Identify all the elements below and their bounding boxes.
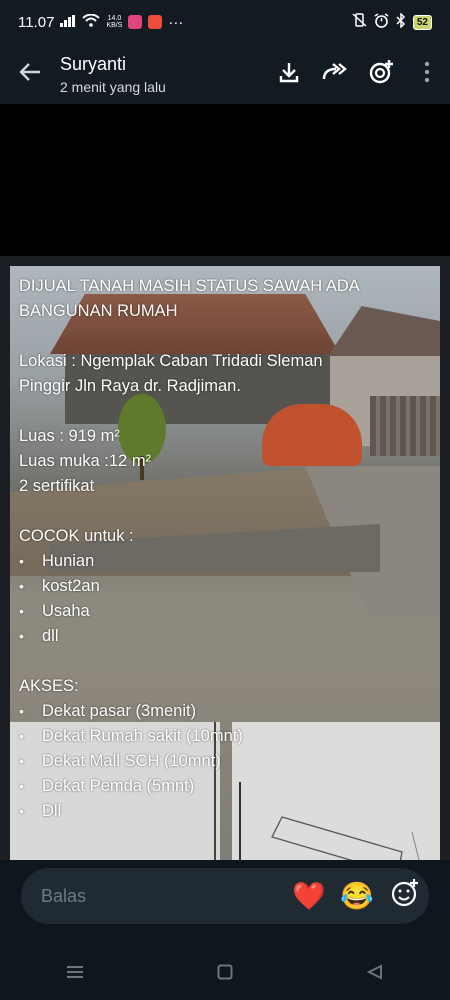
land-area: Luas : 919 m² bbox=[19, 427, 120, 445]
reply-input[interactable]: Balas ❤️ 😂 bbox=[21, 868, 429, 924]
list-item-text: Dll bbox=[42, 802, 62, 820]
emoji-picker-button[interactable] bbox=[381, 868, 429, 924]
sent-time: 2 menit yang lalu bbox=[60, 78, 166, 95]
list-item: • dll bbox=[19, 624, 439, 649]
system-nav-bar bbox=[0, 948, 450, 1000]
access-heading: AKSES: bbox=[19, 677, 79, 695]
add-to-status-button[interactable] bbox=[358, 44, 404, 104]
forward-icon bbox=[322, 62, 348, 86]
status-bar: 11.07 14.0 KB/S ··· 52 bbox=[0, 0, 450, 44]
list-item-text: dll bbox=[42, 627, 59, 645]
list-item: • Dekat pasar (3menit) bbox=[19, 699, 439, 724]
title-block: Suryanti 2 menit yang lalu bbox=[60, 54, 266, 95]
list-item: • Dll bbox=[19, 799, 439, 824]
list-item-text: Dekat Pemda (5mnt) bbox=[42, 777, 195, 795]
back-nav-button[interactable] bbox=[345, 954, 405, 994]
bluetooth-icon bbox=[396, 11, 406, 32]
frontage-area: Luas muka :12 m² bbox=[19, 452, 152, 470]
status-right: 52 bbox=[352, 11, 432, 32]
laugh-emoji-button[interactable]: 😂 bbox=[333, 868, 381, 924]
more-options-button[interactable] bbox=[404, 44, 450, 104]
battery-icon: 52 bbox=[412, 14, 432, 30]
sender-name: Suryanti bbox=[60, 53, 127, 74]
net-speed-value: 14.0 bbox=[107, 15, 122, 22]
location-line-2: Pinggir Jln Raya dr. Radjiman. bbox=[19, 377, 241, 395]
certificate-count: 2 sertifikat bbox=[19, 477, 95, 495]
download-button[interactable] bbox=[266, 44, 312, 104]
ad-title-line-1: DIJUAL TANAH MASIH STATUS SAWAH ADA bbox=[19, 277, 360, 295]
list-item-text: Dekat Rumah sakit (10mnt) bbox=[42, 727, 243, 745]
list-item: • Dekat Pemda (5mnt) bbox=[19, 774, 439, 799]
download-icon bbox=[278, 61, 300, 88]
signal-icon bbox=[60, 14, 76, 31]
recents-button[interactable] bbox=[45, 954, 105, 994]
reply-area: Balas ❤️ 😂 bbox=[0, 860, 450, 960]
clock: 11.07 bbox=[18, 13, 55, 31]
net-speed-unit: KB/S bbox=[106, 22, 123, 29]
list-item-text: kost2an bbox=[42, 577, 100, 595]
list-item: • kost2an bbox=[19, 574, 439, 599]
back-button[interactable] bbox=[0, 44, 60, 104]
image-viewer[interactable]: DIJUAL TANAH MASIH STATUS SAWAH ADA BANG… bbox=[0, 104, 450, 936]
list-item-text: Hunian bbox=[42, 552, 95, 570]
reply-placeholder[interactable]: Balas bbox=[41, 886, 285, 907]
app-notification-icon bbox=[128, 15, 143, 29]
back-arrow-icon bbox=[19, 62, 41, 87]
list-item: • Hunian bbox=[19, 549, 439, 574]
list-item-text: Usaha bbox=[42, 602, 90, 620]
vibrate-icon bbox=[352, 13, 367, 31]
menu-icon bbox=[66, 965, 84, 984]
net-speed: 14.0 KB/S bbox=[106, 15, 122, 29]
ad-text-overlay: DIJUAL TANAH MASIH STATUS SAWAH ADA BANG… bbox=[19, 274, 439, 824]
more-notifications-icon: ··· bbox=[168, 13, 184, 31]
status-left: 11.07 14.0 KB/S ··· bbox=[18, 13, 184, 31]
add-reaction-icon bbox=[390, 878, 420, 915]
viewer-header: Suryanti 2 menit yang lalu bbox=[0, 44, 450, 104]
app-notification-icon bbox=[148, 15, 163, 29]
more-vert-icon bbox=[424, 61, 430, 88]
list-item-text: Dekat Mall SCH (10mnt) bbox=[42, 752, 221, 770]
list-item-text: Dekat pasar (3menit) bbox=[42, 702, 197, 720]
property-ad-image[interactable]: DIJUAL TANAH MASIH STATUS SAWAH ADA BANG… bbox=[0, 256, 450, 936]
suitable-heading: COCOK untuk : bbox=[19, 527, 134, 545]
camera-add-icon bbox=[367, 58, 395, 91]
forward-button[interactable] bbox=[312, 44, 358, 104]
wifi-icon bbox=[82, 13, 101, 31]
location-line-1: Lokasi : Ngemplak Caban Tridadi Sleman bbox=[19, 352, 323, 370]
heart-emoji-button[interactable]: ❤️ bbox=[285, 868, 333, 924]
back-triangle-icon bbox=[366, 963, 383, 985]
list-item: • Dekat Rumah sakit (10mnt) bbox=[19, 724, 439, 749]
ad-title-line-2: BANGUNAN RUMAH bbox=[19, 302, 178, 320]
list-item: • Usaha bbox=[19, 599, 439, 624]
alarm-icon bbox=[374, 12, 389, 32]
home-square-icon bbox=[217, 964, 233, 985]
home-button[interactable] bbox=[195, 954, 255, 994]
list-item: • Dekat Mall SCH (10mnt) bbox=[19, 749, 439, 774]
